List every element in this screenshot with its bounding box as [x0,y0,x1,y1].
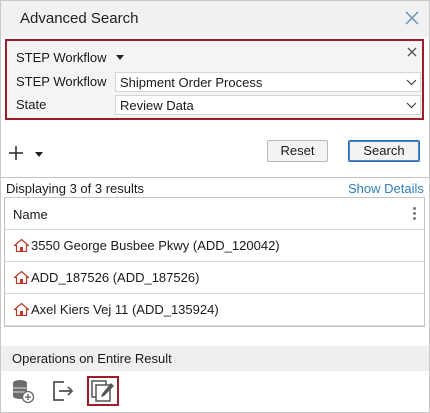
result-name: ADD_187526 (ADD_187526) [31,270,200,285]
column-menu-icon[interactable] [413,207,417,221]
search-button[interactable]: Search [348,140,420,162]
caret-down-icon[interactable] [116,55,124,60]
state-select[interactable]: Review Data [115,95,421,115]
bulk-edit-button[interactable] [87,376,119,406]
show-details-link[interactable]: Show Details [348,181,424,196]
search-criteria-box: STEP Workflow STEP Workflow Shipment Ord… [5,39,424,120]
table-header: Name [5,198,424,230]
table-row[interactable]: ADD_187526 (ADD_187526) [5,262,424,294]
close-icon[interactable] [402,8,422,28]
reset-button[interactable]: Reset [267,140,328,162]
workflow-select-value: Shipment Order Process [120,75,263,90]
state-select-value: Review Data [120,98,194,113]
result-name: 3550 George Busbee Pkwy (ADD_120042) [31,238,280,253]
operations-bar: Operations on Entire Result [1,346,429,371]
table-row[interactable]: Axel Kiers Vej 11 (ADD_135924) [5,294,424,326]
result-name: Axel Kiers Vej 11 (ADD_135924) [31,302,219,317]
database-add-icon[interactable] [11,378,35,404]
house-icon [14,239,29,252]
add-criteria-icon[interactable] [8,145,24,161]
operations-label: Operations on Entire Result [12,351,172,366]
results-table: Name 3550 George Busbee Pkwy (ADD_120042… [4,197,425,327]
export-icon[interactable] [51,378,75,404]
add-criteria-caret-icon[interactable] [35,152,43,157]
panel-title: Advanced Search [20,10,139,27]
results-count: Displaying 3 of 3 results [6,181,145,196]
house-icon [14,271,29,284]
house-icon [14,303,29,316]
bulk-edit-icon [91,380,114,402]
remove-criteria-icon[interactable] [406,46,418,58]
chevron-down-icon [406,79,417,86]
workflow-label: STEP Workflow [16,74,107,89]
advanced-search-panel: Advanced Search STEP Workflow STEP Workf… [0,0,430,413]
chevron-down-icon [406,102,417,109]
title-bar: Advanced Search [1,1,429,37]
table-row[interactable]: 3550 George Busbee Pkwy (ADD_120042) [5,230,424,262]
column-header-name[interactable]: Name [13,207,48,222]
workflow-select[interactable]: Shipment Order Process [115,72,421,92]
criteria-type-dropdown[interactable]: STEP Workflow [16,50,107,65]
results-header: Displaying 3 of 3 results Show Details [1,177,429,197]
state-label: State [16,97,47,112]
